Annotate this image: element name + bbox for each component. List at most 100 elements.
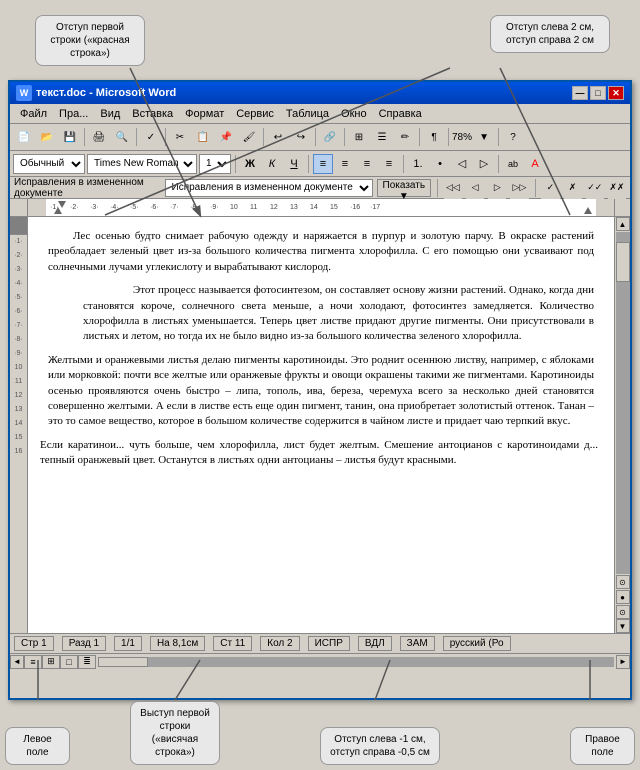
select-browse-button[interactable]: ● [616, 590, 630, 604]
print-preview-button[interactable]: 🔍 [111, 126, 133, 148]
spell-check-button[interactable]: ✓ [140, 126, 162, 148]
hscroll-right[interactable]: ► [616, 655, 630, 669]
horizontal-scrollbar: ◄ ≡ ⊞ □ ≣ ► [10, 653, 630, 669]
hscroll-thumb[interactable] [98, 657, 148, 667]
paste-button[interactable]: 📌 [215, 126, 237, 148]
paragraph-3: Желтыми и оранжевыми листья делаю пигмен… [48, 353, 594, 430]
track-reject-all[interactable]: ✗✗ [608, 177, 626, 199]
minimize-button[interactable]: — [572, 86, 588, 100]
right-indent-marker[interactable] [584, 207, 592, 214]
italic-button[interactable]: К [262, 154, 282, 174]
align-right-button[interactable]: ≡ [357, 154, 377, 174]
redo-button[interactable]: ↪ [290, 126, 312, 148]
show-hide-button[interactable]: ¶ [423, 126, 445, 148]
drawing-button[interactable]: ✏ [394, 126, 416, 148]
help-button[interactable]: ? [502, 126, 524, 148]
font-color-button[interactable]: A [525, 154, 545, 174]
size-dropdown[interactable]: 12 [199, 154, 231, 174]
increase-indent-button[interactable]: ▷ [474, 154, 494, 174]
ruler: ·1· ·2· ·3· ·4· ·5· ·6· ·7· ·8· ·9· 10 1… [10, 199, 630, 217]
hscroll-track[interactable] [98, 657, 614, 667]
vertical-scrollbar: ▲ ⊙ ● ⊙ ▼ [614, 217, 630, 633]
cut-button[interactable]: ✂ [169, 126, 191, 148]
view-normal[interactable]: ≡ [24, 655, 42, 669]
scroll-down-button[interactable]: ▼ [616, 619, 630, 633]
window-title: текст.doc - Microsoft Word [36, 87, 572, 99]
status-recs: ИСПР [308, 636, 350, 651]
menu-table[interactable]: Таблица [280, 107, 335, 121]
scroll-track[interactable] [616, 232, 630, 574]
menu-window[interactable]: Окно [335, 107, 373, 121]
track-next[interactable]: ▷ [488, 177, 506, 199]
align-left-button[interactable]: ≡ [313, 154, 333, 174]
separator-2 [136, 128, 137, 146]
document-page[interactable]: Лес осенью будто снимает рабочую одежду … [28, 217, 614, 633]
left-indent-marker[interactable] [54, 207, 62, 214]
scroll-thumb[interactable] [616, 242, 630, 282]
menu-file[interactable]: Файл [14, 107, 53, 121]
track-prev[interactable]: ◁◁ [444, 177, 462, 199]
style-dropdown[interactable]: Обычный [13, 154, 85, 174]
paragraph-4: Если каратинои... чуть больше, чем хлоро… [40, 438, 598, 469]
align-center-button[interactable]: ≡ [335, 154, 355, 174]
highlight-button[interactable]: ab [503, 154, 523, 174]
open-button[interactable]: 📂 [36, 126, 58, 148]
toolbar-area: 📄 📂 💾 🖨 🔍 ✓ ✂ 📋 📌 🖌 ↩ ↪ 🔗 ⊞ ☰ ✏ ¶ [10, 124, 630, 151]
format-sep-3 [403, 155, 404, 173]
menu-edit[interactable]: Пра... [53, 107, 94, 121]
title-bar: W текст.doc - Microsoft Word — □ ✕ [10, 82, 630, 104]
menu-help[interactable]: Справка [373, 107, 428, 121]
track-accept[interactable]: ✓ [541, 177, 559, 199]
menu-tools[interactable]: Сервис [230, 107, 280, 121]
decrease-indent-button[interactable]: ◁ [452, 154, 472, 174]
underline-button[interactable]: Ч [284, 154, 304, 174]
scroll-up-button[interactable]: ▲ [616, 217, 630, 231]
left-margin-annotation: Левое поле [5, 727, 70, 765]
align-justify-button[interactable]: ≡ [379, 154, 399, 174]
next-page-button[interactable]: ⊙ [616, 605, 630, 619]
maximize-button[interactable]: □ [590, 86, 606, 100]
separator-1 [84, 128, 85, 146]
font-dropdown[interactable]: Times New Roman [87, 154, 197, 174]
track-accept-all[interactable]: ✓✓ [586, 177, 604, 199]
bullets-button[interactable]: • [430, 154, 450, 174]
hscroll-left[interactable]: ◄ [10, 655, 24, 669]
track-prev2[interactable]: ◁ [466, 177, 484, 199]
app-icon: W [16, 85, 32, 101]
columns-button[interactable]: ☰ [371, 126, 393, 148]
toolbar-row-1: 📄 📂 💾 🖨 🔍 ✓ ✂ 📋 📌 🖌 ↩ ↪ 🔗 ⊞ ☰ ✏ ¶ [10, 124, 630, 150]
menu-insert[interactable]: Вставка [126, 107, 179, 121]
format-painter-button[interactable]: 🖌 [238, 126, 260, 148]
status-zam: ЗАМ [400, 636, 435, 651]
zoom-dropdown[interactable]: ▼ [473, 126, 495, 148]
format-sep-4 [498, 155, 499, 173]
copy-button[interactable]: 📋 [192, 126, 214, 148]
new-button[interactable]: 📄 [13, 126, 35, 148]
window-controls: — □ ✕ [572, 86, 624, 100]
menu-format[interactable]: Формат [179, 107, 230, 121]
document-area: ·1··2··3··4··5· ·6··7··8··9·10 111213141… [10, 217, 630, 633]
numbering-button[interactable]: 1. [408, 154, 428, 174]
view-print[interactable]: □ [60, 655, 78, 669]
view-web[interactable]: ⊞ [42, 655, 60, 669]
track-dropdown[interactable]: Исправления в измененном документе [165, 179, 373, 197]
track-next2[interactable]: ▷▷ [510, 177, 528, 199]
table-button[interactable]: ⊞ [348, 126, 370, 148]
status-language: русский (Ро [443, 636, 511, 651]
ruler-corner [10, 199, 28, 217]
close-button[interactable]: ✕ [608, 86, 624, 100]
track-reject[interactable]: ✗ [564, 177, 582, 199]
view-outline[interactable]: ≣ [78, 655, 96, 669]
bold-button[interactable]: Ж [240, 154, 260, 174]
menu-view[interactable]: Вид [94, 107, 126, 121]
prev-page-button[interactable]: ⊙ [616, 575, 630, 589]
status-vdl: ВДЛ [358, 636, 392, 651]
hyperlink-button[interactable]: 🔗 [319, 126, 341, 148]
undo-button[interactable]: ↩ [267, 126, 289, 148]
save-button[interactable]: 💾 [59, 126, 81, 148]
page-area: Лес осенью будто снимает рабочую одежду … [28, 217, 614, 633]
zoom-label: 78% [452, 132, 472, 143]
show-button[interactable]: Показать ▼ [377, 179, 432, 197]
status-position: На 8,1см [150, 636, 205, 651]
print-button[interactable]: 🖨 [88, 126, 110, 148]
